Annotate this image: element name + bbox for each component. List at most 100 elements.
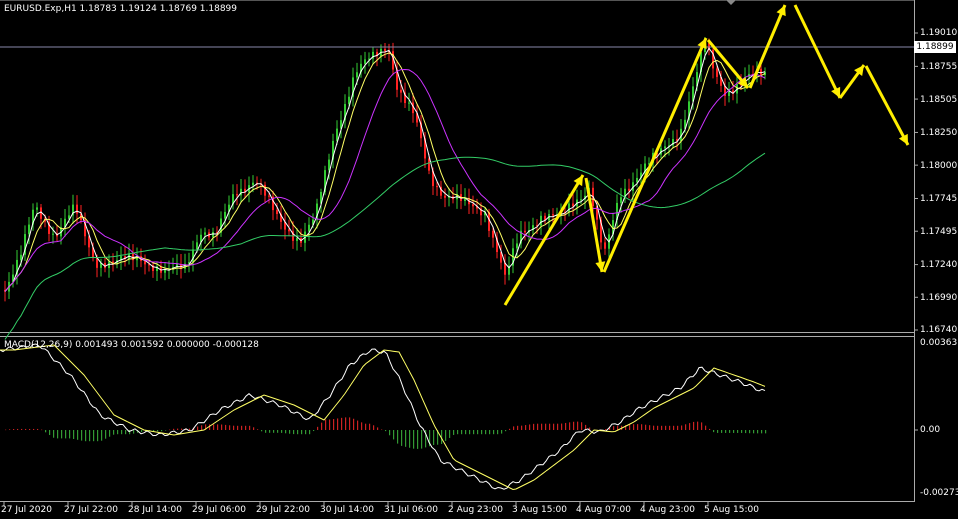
- macd-histogram-bar: [469, 430, 471, 435]
- macd-histogram-bar: [517, 425, 519, 430]
- macd-histogram-bar: [509, 428, 511, 430]
- macd-histogram-bar: [409, 430, 411, 448]
- candle-body: [552, 214, 554, 216]
- candle-body: [308, 224, 310, 232]
- macd-histogram-bar: [381, 429, 383, 431]
- macd-histogram-bar: [501, 430, 503, 434]
- macd-histogram-bar: [649, 425, 651, 430]
- macd-histogram-bar: [189, 428, 191, 430]
- macd-histogram-bar: [9, 429, 11, 430]
- macd-histogram-bar: [269, 430, 271, 433]
- macd-histogram-bar: [157, 430, 159, 432]
- macd-histogram-bar: [637, 424, 639, 430]
- macd-histogram-bar: [605, 429, 607, 430]
- macd-histogram-bar: [373, 425, 375, 430]
- macd-histogram-bar: [697, 421, 699, 430]
- time-label: 2 Aug 23:00: [448, 505, 503, 515]
- macd-histogram-bar: [317, 426, 319, 430]
- macd-histogram-bar: [673, 425, 675, 430]
- macd-tick-label: 0.00: [920, 425, 941, 435]
- price-tick-label: 1.18000: [920, 161, 958, 171]
- macd-histogram-bar: [209, 424, 211, 430]
- macd-histogram-bar: [569, 422, 571, 430]
- macd-histogram-bar: [397, 430, 399, 444]
- macd-histogram-bar: [573, 421, 575, 430]
- chart-canvas[interactable]: [0, 0, 958, 519]
- macd-histogram-bar: [357, 420, 359, 430]
- macd-histogram-bar: [337, 418, 339, 430]
- macd-histogram-bar: [713, 430, 715, 433]
- macd-histogram-bar: [97, 430, 99, 442]
- macd-histogram-bar: [369, 423, 371, 430]
- macd-histogram-bar: [725, 430, 727, 433]
- macd-histogram-bar: [445, 430, 447, 441]
- macd-histogram-bar: [421, 430, 423, 449]
- macd-histogram-bar: [737, 430, 739, 433]
- macd-histogram-bar: [401, 430, 403, 446]
- macd-histogram-bar: [293, 430, 295, 435]
- candle-body: [384, 48, 386, 52]
- macd-title: MACD(12,26,9) 0.001493 0.001592 0.000000…: [4, 340, 259, 350]
- macd-histogram-bar: [741, 430, 743, 433]
- candle-body: [604, 242, 606, 249]
- macd-histogram-bar: [285, 430, 287, 434]
- time-label: 4 Aug 23:00: [640, 505, 695, 515]
- macd-histogram-bar: [353, 418, 355, 430]
- macd-histogram-bar: [665, 425, 667, 430]
- macd-histogram-bar: [53, 430, 55, 438]
- macd-histogram-bar: [693, 421, 695, 430]
- candle-body: [364, 59, 366, 64]
- candle-body: [628, 188, 630, 191]
- macd-histogram-bar: [521, 425, 523, 430]
- macd-histogram-bar: [345, 417, 347, 430]
- price-tick-label: 1.18755: [920, 62, 958, 72]
- candle-body: [96, 257, 98, 268]
- macd-histogram-bar: [701, 422, 703, 430]
- macd-histogram-bar: [257, 429, 259, 430]
- macd-histogram-bar: [729, 430, 731, 433]
- macd-histogram-bar: [493, 430, 495, 435]
- macd-histogram-bar: [85, 430, 87, 442]
- macd-histogram-bar: [333, 419, 335, 430]
- candle-body: [196, 242, 198, 250]
- macd-histogram-bar: [73, 430, 75, 439]
- macd-histogram-bar: [161, 430, 163, 432]
- candle-body: [276, 210, 278, 215]
- macd-histogram-bar: [709, 428, 711, 430]
- time-label: 3 Aug 15:00: [512, 505, 567, 515]
- candle-body: [252, 182, 254, 186]
- time-label: 27 Jul 2020: [1, 505, 52, 515]
- macd-histogram-bar: [141, 430, 143, 432]
- macd-histogram-bar: [237, 425, 239, 430]
- macd-histogram-bar: [453, 430, 455, 435]
- macd-histogram-bar: [449, 430, 451, 438]
- macd-histogram-bar: [89, 430, 91, 442]
- macd-histogram-bar: [473, 430, 475, 435]
- time-label: 5 Aug 15:00: [704, 505, 759, 515]
- macd-histogram-bar: [461, 430, 463, 435]
- candle-body: [524, 230, 526, 233]
- macd-histogram-bar: [225, 424, 227, 430]
- candle-body: [236, 194, 238, 196]
- macd-histogram-bar: [581, 422, 583, 430]
- macd-histogram-bar: [661, 425, 663, 430]
- macd-histogram-bar: [65, 430, 67, 439]
- price-tick-label: 1.18250: [920, 128, 958, 138]
- time-label: 4 Aug 07:00: [576, 505, 631, 515]
- candle-body: [36, 207, 38, 210]
- macd-histogram-bar: [561, 423, 563, 430]
- macd-histogram-bar: [733, 430, 735, 433]
- macd-histogram-bar: [485, 430, 487, 435]
- macd-histogram-bar: [525, 425, 527, 430]
- macd-histogram-bar: [549, 423, 551, 430]
- macd-histogram-bar: [481, 430, 483, 435]
- candle-body: [76, 204, 78, 214]
- candle-body: [580, 199, 582, 201]
- macd-histogram-bar: [653, 425, 655, 430]
- macd-histogram-bar: [169, 429, 171, 431]
- candle-body: [472, 204, 474, 207]
- price-tick-label: 1.19010: [920, 28, 958, 38]
- candle-body: [52, 233, 54, 235]
- macd-histogram-bar: [513, 426, 515, 430]
- macd-histogram-bar: [365, 423, 367, 430]
